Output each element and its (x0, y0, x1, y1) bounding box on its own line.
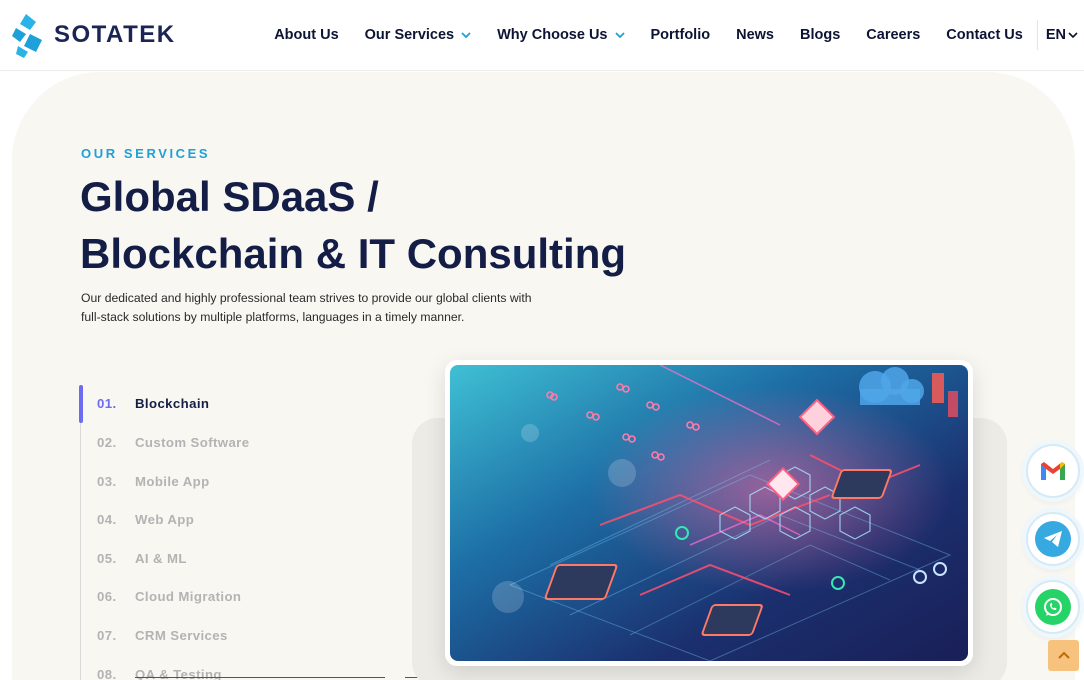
whatsapp-icon (1044, 598, 1062, 616)
chevron-down-icon (461, 32, 471, 39)
service-item-custom-software[interactable]: 02. Custom Software (97, 435, 249, 450)
nav-item-contact-us[interactable]: Contact Us (946, 27, 1023, 43)
service-item-mobile-app[interactable]: 03. Mobile App (97, 474, 210, 489)
nav-item-our-services[interactable]: Our Services (365, 27, 471, 43)
brand-name: SOTATEK (54, 21, 176, 48)
page-title: Global SDaaS / Blockchain & IT Consultin… (80, 168, 626, 282)
chevron-down-icon (1068, 32, 1078, 39)
telegram-icon (1044, 531, 1062, 547)
service-item-ai-ml[interactable]: 05. AI & ML (97, 551, 187, 566)
gmail-contact-button[interactable] (1026, 444, 1080, 498)
brand-logo[interactable]: SOTATEK (12, 12, 176, 58)
service-item-web-app[interactable]: 04. Web App (97, 512, 194, 527)
service-item-qa-testing[interactable]: 08. QA & Testing (97, 667, 222, 680)
blockchain-circuit-illustration (450, 365, 968, 661)
logo-mark-icon (12, 14, 42, 58)
service-item-crm-services[interactable]: 07. CRM Services (97, 628, 228, 643)
nav-item-why-choose-us[interactable]: Why Choose Us (497, 27, 625, 43)
section-description: Our dedicated and highly professional te… (81, 291, 532, 324)
language-selector[interactable]: EN (1036, 20, 1078, 50)
nav-item-blogs[interactable]: Blogs (800, 27, 840, 43)
nav-item-portfolio[interactable]: Portfolio (651, 27, 711, 43)
nav-item-about-us[interactable]: About Us (274, 27, 338, 43)
service-item-blockchain[interactable]: 01. Blockchain (97, 396, 209, 411)
chevron-up-icon (1057, 651, 1070, 659)
nav-item-news[interactable]: News (736, 27, 774, 43)
divider (135, 677, 385, 678)
site-header: SOTATEK About Us Our Services Why Choose… (0, 0, 1084, 71)
telegram-contact-button[interactable] (1026, 512, 1080, 566)
service-item-cloud-migration[interactable]: 06. Cloud Migration (97, 589, 241, 604)
feature-image-card (445, 360, 973, 666)
scroll-to-top-button[interactable] (1048, 640, 1079, 671)
title-line-1: Global SDaaS / (80, 173, 379, 220)
chevron-down-icon (614, 32, 625, 39)
active-indicator (79, 385, 83, 423)
nav-item-careers[interactable]: Careers (866, 27, 920, 43)
title-line-2: Blockchain & IT Consulting (80, 230, 627, 277)
section-eyebrow: OUR SERVICES (81, 146, 211, 161)
gmail-icon (1041, 462, 1065, 480)
whatsapp-contact-button[interactable] (1026, 580, 1080, 634)
service-list: 01. Blockchain 02. Custom Software 03. Mobi… (79, 385, 380, 680)
main-nav: About Us Our Services Why Choose Us Port… (274, 0, 1084, 70)
